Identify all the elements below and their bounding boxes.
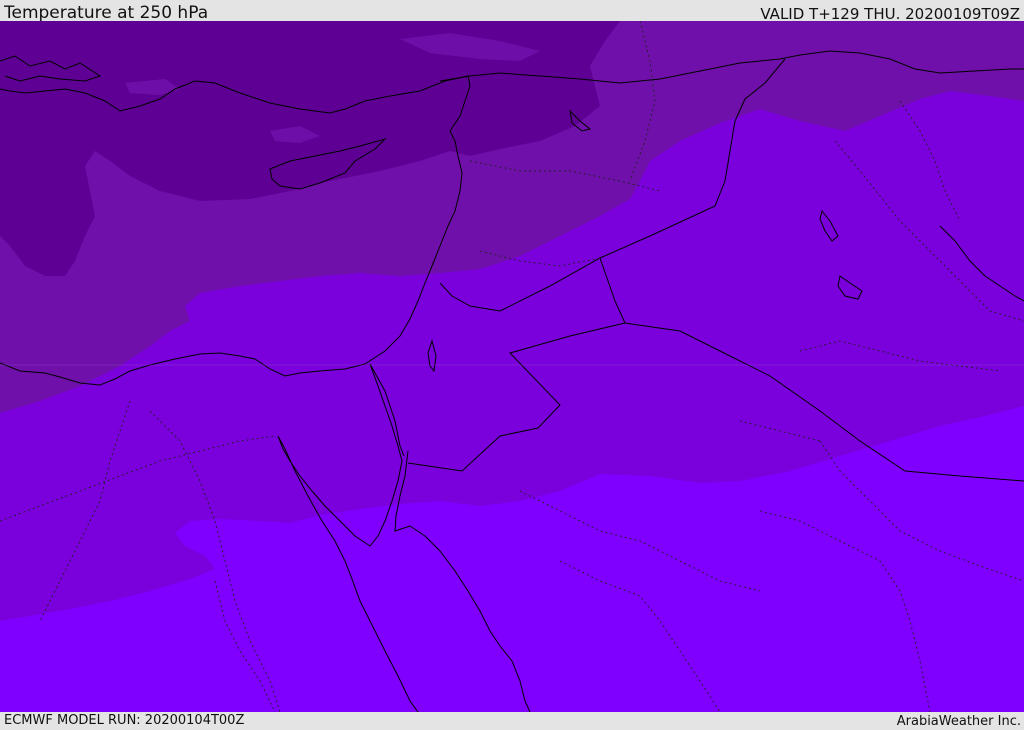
- model-run-label: ECMWF MODEL RUN: 20200104T00Z: [4, 713, 245, 728]
- footer-bar: ECMWF MODEL RUN: 20200104T00Z ArabiaWeat…: [0, 712, 1024, 729]
- map-canvas: [0, 21, 1024, 712]
- map-title: Temperature at 250 hPa: [4, 3, 209, 23]
- header-bar: Temperature at 250 hPa VALID T+129 THU. …: [0, 0, 1024, 23]
- map-panel: [0, 21, 1024, 712]
- credit-label: ArabiaWeather Inc.: [896, 714, 1021, 729]
